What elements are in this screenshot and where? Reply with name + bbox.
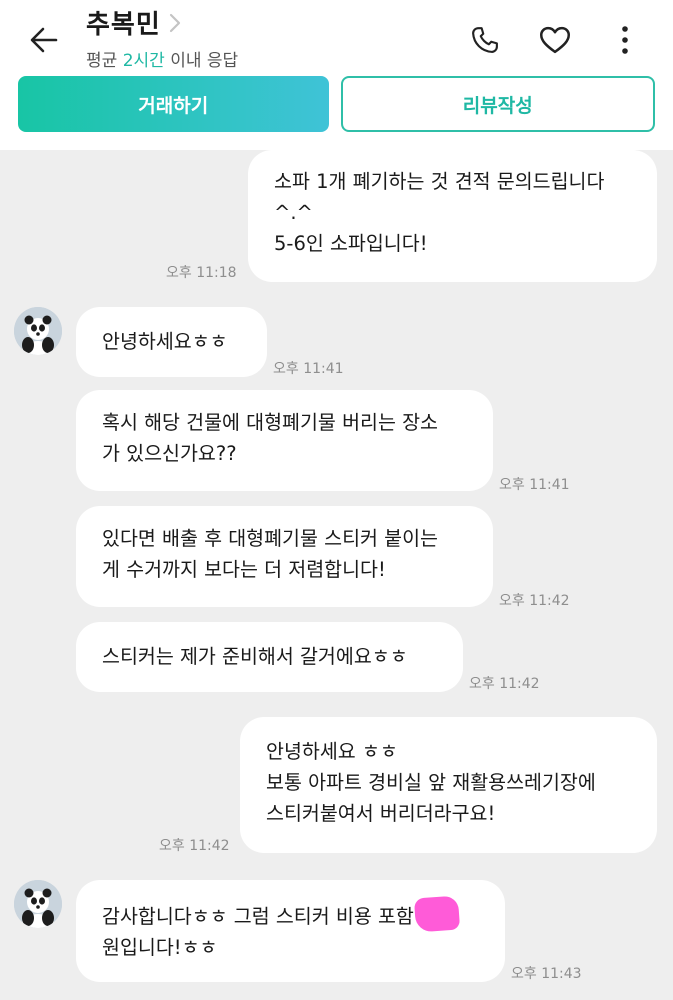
message-time: 오후 11:18	[166, 265, 237, 281]
message-bubble-received[interactable]: 있다면 배출 후 대형폐기물 스티커 붙이는 게 수거까지 보다는 더 저렴합니…	[76, 506, 493, 607]
heart-icon	[540, 26, 570, 54]
chat-messages[interactable]: 오후 11:18 소파 1개 폐기하는 것 견적 문의드립니다 ^.^ 5-6인…	[0, 150, 673, 1000]
more-vertical-icon	[622, 26, 628, 54]
message-time: 오후 11:41	[273, 361, 344, 377]
message-time: 오후 11:43	[511, 966, 582, 982]
message-bubble-received[interactable]: 안녕하세요ㅎㅎ	[76, 307, 267, 377]
message-bubble-received[interactable]: 혹시 해당 건물에 대형폐기물 버리는 장소 가 있으신가요??	[76, 390, 493, 491]
message-time: 오후 11:42	[499, 593, 570, 609]
message-text: 원입니다!ㅎㅎ	[102, 936, 218, 959]
message-time: 오후 11:42	[469, 676, 540, 692]
avatar[interactable]	[14, 880, 62, 928]
phone-icon	[472, 27, 498, 53]
chat-partner-info[interactable]: 추복민 평균 2시간 이내 응답	[86, 4, 238, 71]
message-time: 오후 11:42	[159, 838, 230, 854]
response-time-value: 2시간	[122, 51, 165, 71]
panda-avatar-icon	[14, 307, 62, 355]
back-arrow-icon	[30, 27, 58, 53]
redaction-mark	[413, 895, 460, 933]
panda-avatar-icon	[14, 880, 62, 928]
response-time-text: 평균 2시간 이내 응답	[86, 51, 239, 71]
more-menu-button[interactable]	[603, 18, 647, 62]
message-bubble-received[interactable]: 감사합니다ㅎㅎ 그럼 스티커 비용 포함 원입니다!ㅎㅎ	[76, 880, 505, 982]
chat-header: 추복민 평균 2시간 이내 응답 거래하기 리뷰작성	[0, 0, 673, 150]
message-time: 오후 11:41	[499, 477, 570, 493]
back-button[interactable]	[22, 18, 66, 62]
trade-button[interactable]: 거래하기	[18, 76, 329, 132]
avatar[interactable]	[14, 307, 62, 355]
call-button[interactable]	[463, 18, 507, 62]
partner-name: 추복민	[86, 10, 161, 40]
message-bubble-sent[interactable]: 안녕하세요 ㅎㅎ 보통 아파트 경비실 앞 재활용쓰레기장에 스티커붙여서 버리…	[240, 717, 657, 853]
review-button[interactable]: 리뷰작성	[340, 76, 655, 132]
message-bubble-received[interactable]: 스티커는 제가 준비해서 갈거에요ㅎㅎ	[76, 622, 463, 692]
favorite-button[interactable]	[533, 18, 577, 62]
chevron-right-icon	[169, 12, 185, 34]
message-bubble-sent[interactable]: 소파 1개 폐기하는 것 견적 문의드립니다 ^.^ 5-6인 소파입니다!	[248, 150, 657, 282]
message-text: 감사합니다ㅎㅎ 그럼 스티커 비용 포함	[102, 905, 414, 928]
